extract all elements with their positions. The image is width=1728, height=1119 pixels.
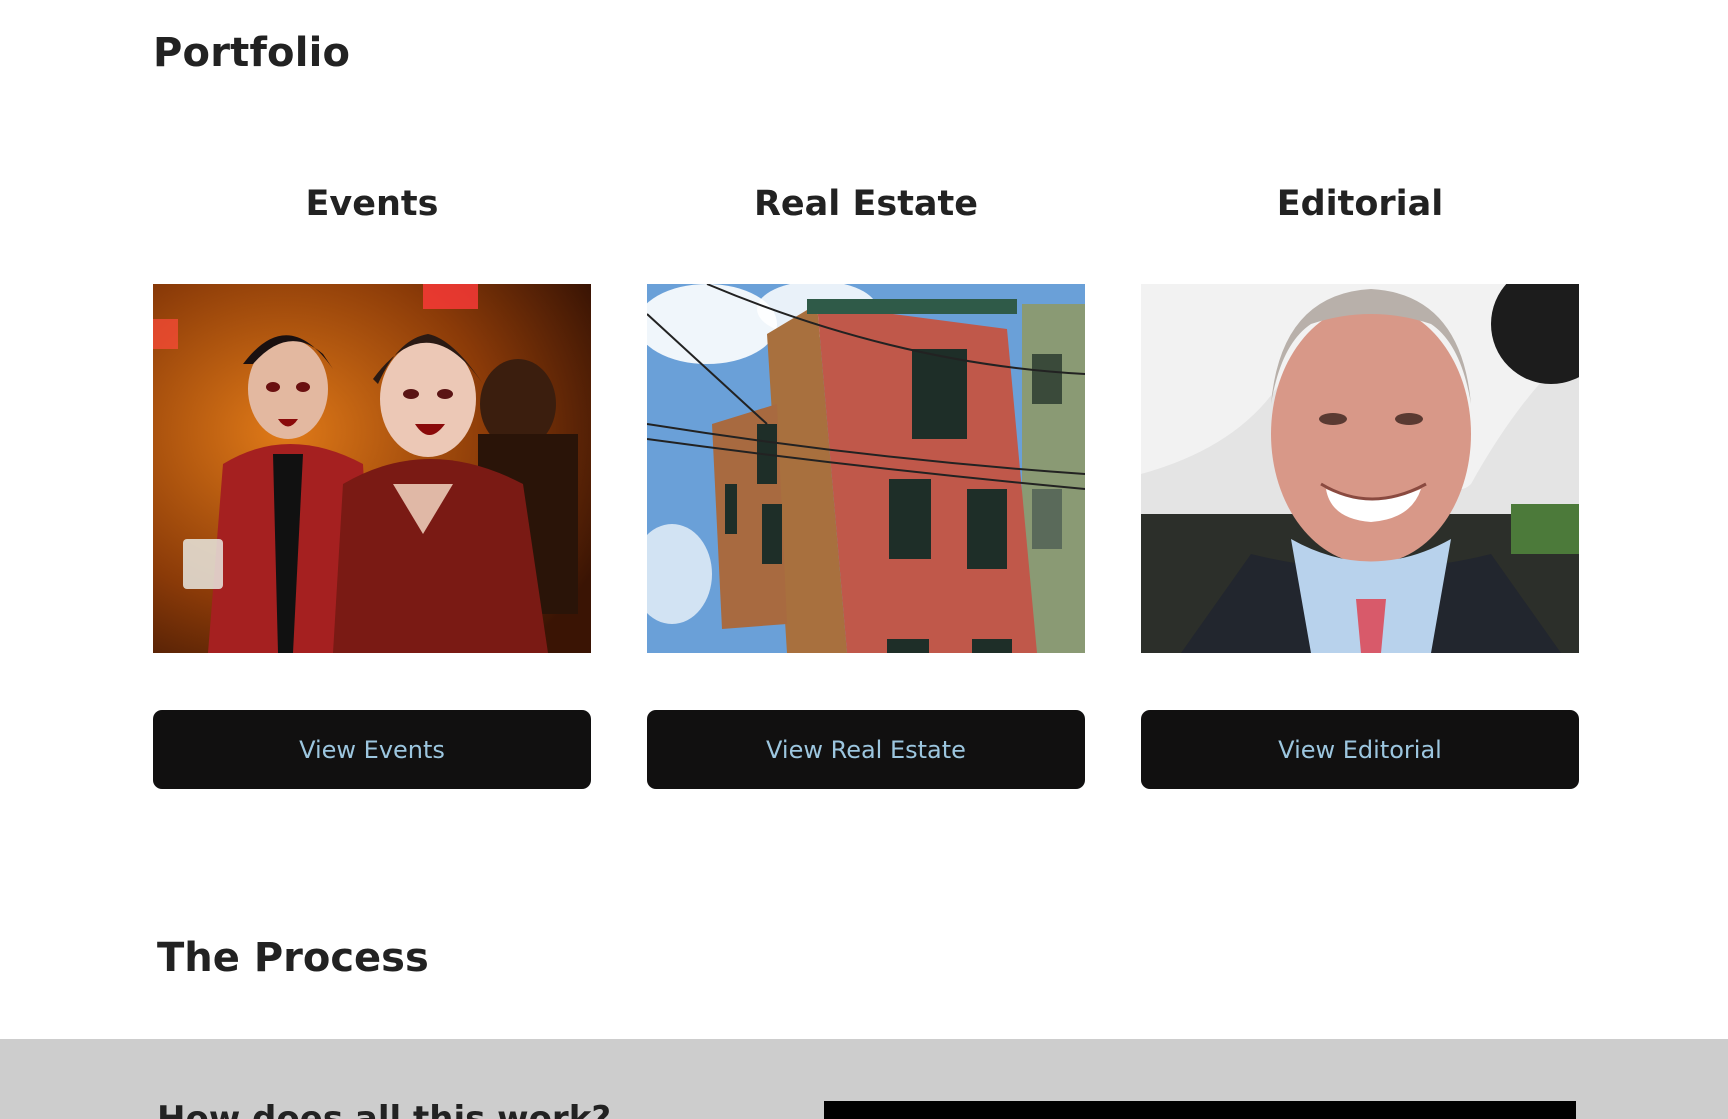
events-image[interactable] [153,284,591,653]
editorial-image[interactable] [1141,284,1579,653]
card-title-editorial: Editorial [1276,184,1444,224]
view-events-button[interactable]: View Events [153,710,591,789]
video-player[interactable] [824,1101,1576,1119]
real-estate-image[interactable] [647,284,1085,653]
process-subheading: How does all this work? [157,1099,612,1119]
portfolio-title: Portfolio [153,30,351,76]
process-section: How does all this work? [0,1039,1728,1119]
view-real-estate-button[interactable]: View Real Estate [647,710,1085,789]
view-editorial-button[interactable]: View Editorial [1141,710,1579,789]
card-title-real-estate: Real Estate [753,184,979,224]
card-title-events: Events [305,184,439,224]
process-title: The Process [157,935,429,981]
